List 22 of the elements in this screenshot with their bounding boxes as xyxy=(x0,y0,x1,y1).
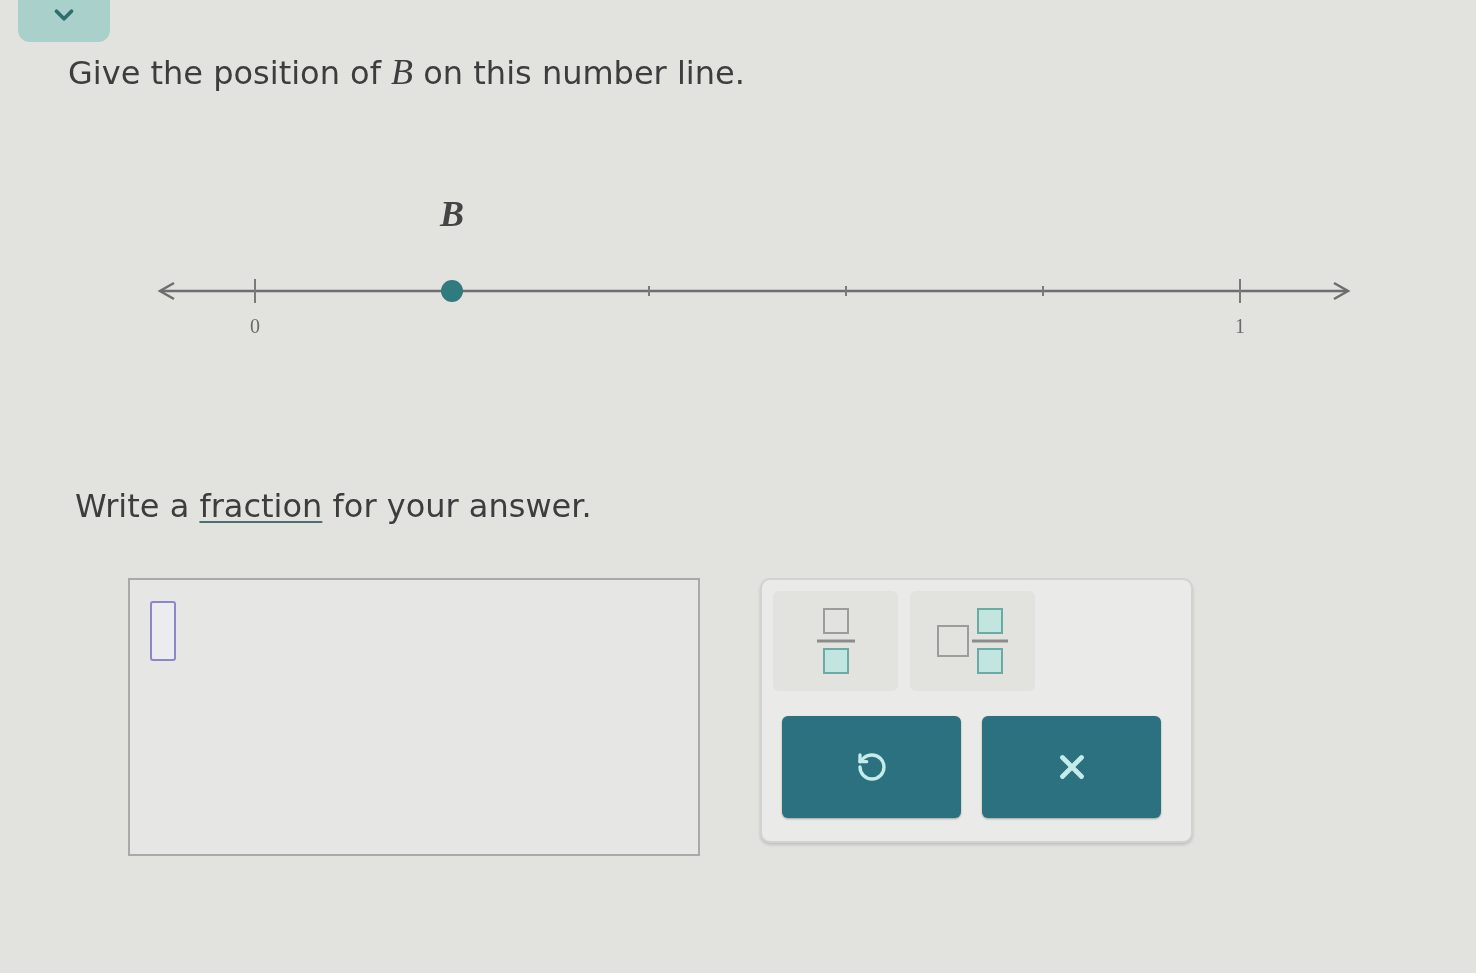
undo-button[interactable] xyxy=(782,716,961,818)
tick-mark xyxy=(254,278,256,304)
mixed-number-template-icon xyxy=(936,608,1009,674)
point-marker xyxy=(441,280,463,302)
answer-box[interactable] xyxy=(128,578,700,856)
tick-mark xyxy=(845,285,847,297)
tick-mark xyxy=(1042,285,1044,297)
tick-label: 0 xyxy=(250,315,260,337)
tick-label: 1 xyxy=(1235,315,1245,337)
question-text: Give the position of B on this number line. xyxy=(68,52,745,93)
fraction-template-button[interactable] xyxy=(773,591,898,691)
tick-mark xyxy=(1239,278,1241,304)
tick-mark xyxy=(648,285,650,297)
undo-icon xyxy=(855,751,888,783)
fraction-link[interactable]: fraction xyxy=(199,487,323,525)
input-slot[interactable] xyxy=(150,601,176,661)
clear-button[interactable] xyxy=(982,716,1161,818)
mixed-number-template-button[interactable] xyxy=(910,591,1035,691)
fraction-template-icon xyxy=(815,608,856,674)
instruction-text: Write a fraction for your answer. xyxy=(75,486,592,526)
point-label: B xyxy=(440,194,464,234)
collapse-button[interactable] xyxy=(18,0,110,42)
